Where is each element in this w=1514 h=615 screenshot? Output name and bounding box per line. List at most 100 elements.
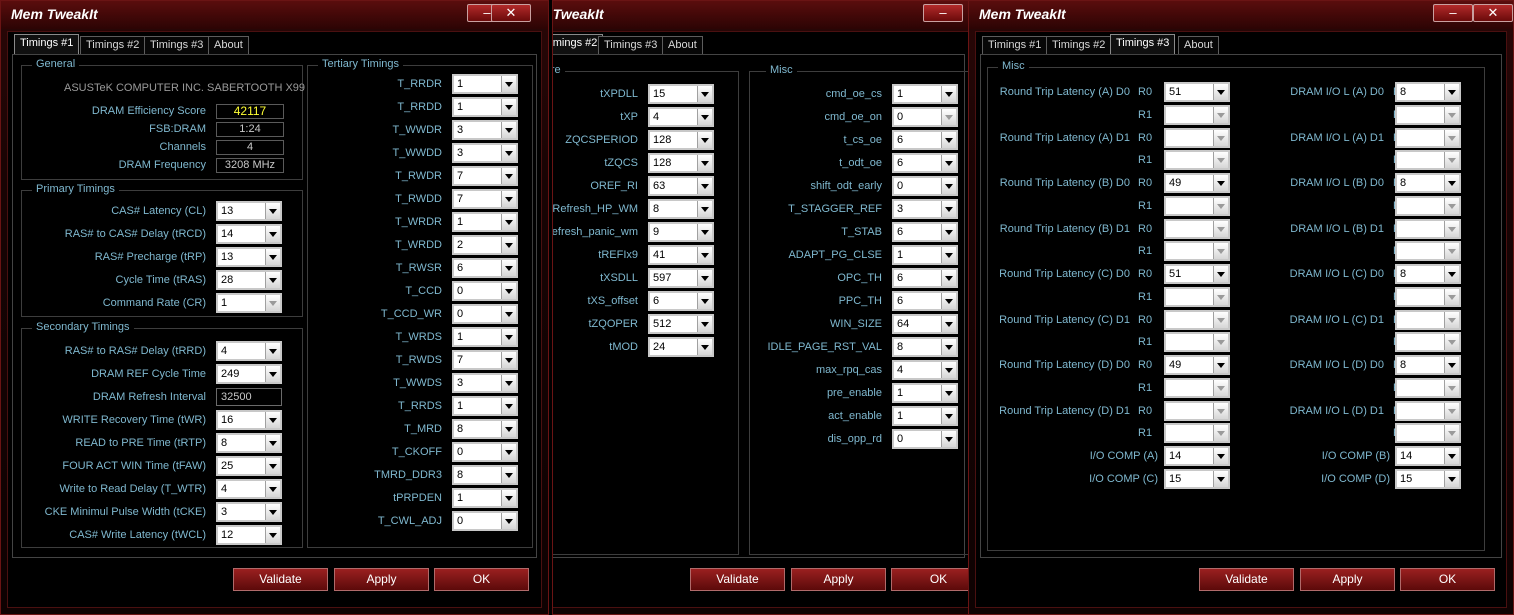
chevron-down-icon[interactable]: [1444, 379, 1459, 396]
combo-dram-i-o-l-c-d1-r1[interactable]: [1395, 332, 1461, 352]
combo-round-trip-latency-d-d1-r1[interactable]: [1164, 423, 1230, 443]
chevron-down-icon[interactable]: [501, 375, 516, 391]
combo-round-trip-latency-c-d0-r0[interactable]: 51: [1164, 264, 1230, 284]
combo-tzqcs[interactable]: 128: [648, 153, 714, 173]
chevron-down-icon[interactable]: [1213, 129, 1228, 146]
combo-txp[interactable]: 4: [648, 107, 714, 127]
chevron-down-icon[interactable]: [501, 421, 516, 437]
apply-button[interactable]: Apply: [334, 568, 429, 591]
chevron-down-icon[interactable]: [1444, 106, 1459, 123]
combo-t-ccd-wr[interactable]: 0: [452, 304, 518, 324]
combo-round-trip-latency-a-d0-r1[interactable]: [1164, 104, 1230, 125]
refresh-interval-field[interactable]: 32500: [216, 388, 282, 406]
combo-t-wwdr[interactable]: 3: [452, 120, 518, 140]
chevron-down-icon[interactable]: [941, 270, 956, 286]
minimize-button[interactable]: –: [923, 4, 963, 22]
close-button[interactable]: ✕: [491, 4, 531, 22]
chevron-down-icon[interactable]: [941, 132, 956, 148]
combo-txpdll[interactable]: 15: [648, 84, 714, 104]
combo-txsdll[interactable]: 597: [648, 268, 714, 288]
chevron-down-icon[interactable]: [1213, 402, 1228, 419]
combo-t-mrd[interactable]: 8: [452, 419, 518, 439]
minimize-button[interactable]: –: [1433, 4, 1473, 22]
combo-tprpden[interactable]: 1: [452, 488, 518, 508]
chevron-down-icon[interactable]: [697, 155, 712, 171]
chevron-down-icon[interactable]: [1213, 334, 1228, 350]
combo-dram-i-o-l-a-d1-r1[interactable]: [1395, 150, 1461, 170]
chevron-down-icon[interactable]: [501, 467, 516, 483]
combo-tmrd-ddr3[interactable]: 8: [452, 465, 518, 485]
combo-cas-write-latency-twcl[interactable]: 12: [216, 525, 282, 545]
combo-t-ccd[interactable]: 0: [452, 281, 518, 301]
combo-t-stab[interactable]: 6: [892, 222, 958, 242]
combo-dram-i-o-l-b-d0-r1[interactable]: [1395, 195, 1461, 216]
tab-timings-3[interactable]: Timings #3: [598, 36, 664, 54]
combo-ras-precharge-trp[interactable]: 13: [216, 247, 282, 267]
combo-dram-i-o-l-c-d0-r1[interactable]: [1395, 286, 1461, 307]
combo-dram-i-o-l-a-d0-r1[interactable]: [1395, 104, 1461, 125]
tab-timings-1[interactable]: Timings #1: [14, 34, 80, 54]
combo-dram-i-o-l-b-d0-r0[interactable]: 8: [1395, 173, 1461, 193]
combo-opc-th[interactable]: 6: [892, 268, 958, 288]
ok-button[interactable]: OK: [891, 568, 976, 591]
chevron-down-icon[interactable]: [265, 435, 280, 451]
chevron-down-icon[interactable]: [265, 343, 280, 359]
chevron-down-icon[interactable]: [501, 145, 516, 161]
chevron-down-icon[interactable]: [941, 224, 956, 240]
validate-button[interactable]: Validate: [1199, 568, 1294, 591]
combo-t-wrds[interactable]: 1: [452, 327, 518, 347]
combo-refresh-hp-wm[interactable]: 8: [648, 199, 714, 219]
chevron-down-icon[interactable]: [1444, 84, 1459, 100]
combo-cke-minimul-pulse-width-tcke[interactable]: 3: [216, 502, 282, 522]
chevron-down-icon[interactable]: [1444, 402, 1459, 419]
combo-t-cwl-adj[interactable]: 0: [452, 511, 518, 531]
chevron-down-icon[interactable]: [501, 352, 516, 368]
chevron-down-icon[interactable]: [265, 249, 280, 265]
combo-ras-to-cas-delay-trcd[interactable]: 14: [216, 224, 282, 244]
combo-zqcsperiod[interactable]: 128: [648, 130, 714, 150]
validate-button[interactable]: Validate: [233, 568, 328, 591]
combo-txs-offset[interactable]: 6: [648, 291, 714, 311]
chevron-down-icon[interactable]: [697, 224, 712, 240]
combo-dram-i-o-l-d-d1-r0[interactable]: [1395, 400, 1461, 421]
combo-cycle-time-tras[interactable]: 28: [216, 270, 282, 290]
combo-act-enable[interactable]: 1: [892, 406, 958, 426]
chevron-down-icon[interactable]: [501, 260, 516, 276]
chevron-down-icon[interactable]: [941, 109, 956, 125]
combo-command-rate-cr[interactable]: 1: [216, 293, 282, 313]
chevron-down-icon[interactable]: [501, 490, 516, 506]
ok-button[interactable]: OK: [434, 568, 529, 591]
chevron-down-icon[interactable]: [1444, 288, 1459, 305]
chevron-down-icon[interactable]: [1444, 175, 1459, 191]
combo-tmod[interactable]: 24: [648, 337, 714, 357]
chevron-down-icon[interactable]: [1213, 425, 1228, 441]
chevron-down-icon[interactable]: [697, 316, 712, 332]
combo-round-trip-latency-b-d1-r1[interactable]: [1164, 241, 1230, 261]
chevron-down-icon[interactable]: [501, 99, 516, 115]
chevron-down-icon[interactable]: [1213, 106, 1228, 123]
chevron-down-icon[interactable]: [501, 398, 516, 414]
chevron-down-icon[interactable]: [941, 155, 956, 171]
chevron-down-icon[interactable]: [1444, 266, 1459, 282]
chevron-down-icon[interactable]: [697, 86, 712, 102]
chevron-down-icon[interactable]: [1444, 425, 1459, 441]
chevron-down-icon[interactable]: [1213, 84, 1228, 100]
chevron-down-icon[interactable]: [501, 306, 516, 322]
tab-timings-3[interactable]: Timings #3: [144, 36, 210, 54]
chevron-down-icon[interactable]: [1213, 448, 1228, 464]
combo-t-cs-oe[interactable]: 6: [892, 130, 958, 150]
combo-round-trip-latency-d-d0-r0[interactable]: 49: [1164, 355, 1230, 375]
combo-dram-i-o-l-a-d0-r0[interactable]: 8: [1395, 82, 1461, 102]
tab-timings-1[interactable]: Timings #1: [982, 36, 1048, 54]
combo-four-act-win-time-tfaw[interactable]: 25: [216, 456, 282, 476]
chevron-down-icon[interactable]: [501, 191, 516, 207]
chevron-down-icon[interactable]: [1444, 197, 1459, 214]
combo-round-trip-latency-b-d1-r0[interactable]: [1164, 218, 1230, 239]
chevron-down-icon[interactable]: [501, 283, 516, 299]
combo-t-wwds[interactable]: 3: [452, 373, 518, 393]
combo-t-wrdd[interactable]: 2: [452, 235, 518, 255]
chevron-down-icon[interactable]: [1213, 379, 1228, 396]
chevron-down-icon[interactable]: [697, 339, 712, 355]
chevron-down-icon[interactable]: [265, 527, 280, 543]
combo-dram-i-o-l-a-d1-r0[interactable]: [1395, 127, 1461, 148]
